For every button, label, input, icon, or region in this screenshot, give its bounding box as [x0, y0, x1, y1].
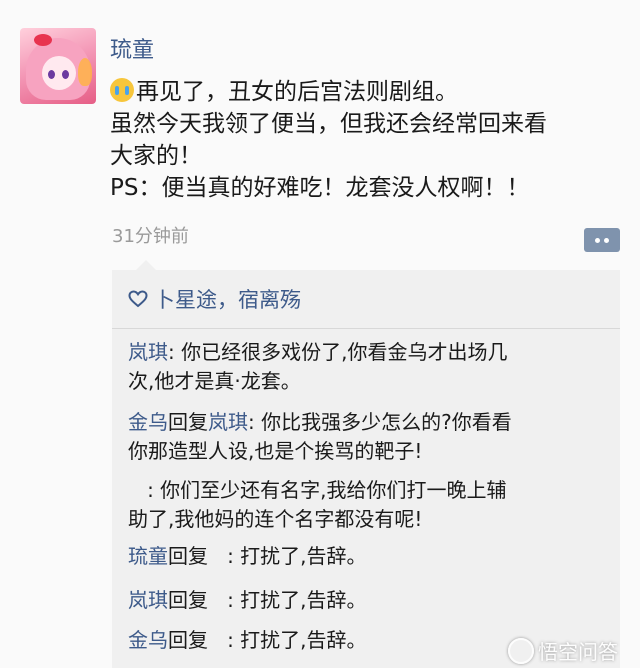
- comment-text: 你那造型人设,也是个挨骂的靶子!: [128, 439, 423, 463]
- comment-sep: :: [248, 410, 262, 434]
- comment-item[interactable]: 岚琪回复 : 打扰了,告辞。: [128, 586, 608, 615]
- likes-names[interactable]: 卜星途，宿离殇: [154, 284, 301, 314]
- likes-row: 卜星途，宿离殇: [128, 284, 301, 314]
- comment-text: : 你们至少还有名字,我给你们打一晚上辅: [128, 478, 507, 502]
- comment-dots-icon[interactable]: [584, 228, 620, 252]
- comment-author[interactable]: 琉童: [128, 544, 168, 568]
- reply-word: 回复: [168, 410, 208, 434]
- comment-author[interactable]: 岚琪: [128, 340, 168, 364]
- comment-text: 你比我强多少怎么的?你看看: [261, 410, 512, 434]
- post-line: 虽然今天我领了便当，但我还会经常回来看: [110, 111, 547, 137]
- comment-sep: :: [168, 340, 182, 364]
- comment-text: 助了,我他妈的连个名字都没有呢!: [128, 507, 423, 531]
- comment-item[interactable]: 岚琪: 你已经很多戏份了,你看金乌才出场几 次,他才是真·龙套。: [128, 338, 608, 396]
- reply-target[interactable]: 岚琪: [208, 410, 248, 434]
- avatar[interactable]: [20, 28, 96, 104]
- crying-face-icon: [110, 78, 134, 102]
- post-author[interactable]: 琉童: [110, 32, 154, 64]
- post-line: 大家的！: [110, 143, 202, 169]
- post-line: PS：便当真的好难吃！龙套没人权啊！！: [110, 175, 530, 201]
- post-line: 再见了，丑女的后宫法则剧组。: [136, 79, 458, 105]
- watermark-text: 悟空问答: [538, 640, 618, 664]
- post-content: 再见了，丑女的后宫法则剧组。 虽然今天我领了便当，但我还会经常回来看 大家的！ …: [110, 76, 620, 204]
- post-time: 31分钟前: [112, 226, 189, 247]
- comment-text: : 打扰了,告辞。: [208, 588, 367, 612]
- comments-panel: 卜星途，宿离殇 岚琪: 你已经很多戏份了,你看金乌才出场几 次,他才是真·龙套。…: [112, 260, 620, 668]
- comment-text: : 打扰了,告辞。: [208, 628, 367, 652]
- reply-word: 回复: [168, 588, 208, 612]
- heart-outline-icon[interactable]: [128, 290, 148, 308]
- divider: [112, 328, 620, 329]
- comment-item[interactable]: : 你们至少还有名字,我给你们打一晚上辅 助了,我他妈的连个名字都没有呢!: [128, 476, 608, 534]
- comment-author[interactable]: 金乌: [128, 628, 168, 652]
- comment-text: 次,他才是真·龙套。: [128, 369, 301, 393]
- comment-author[interactable]: 岚琪: [128, 588, 168, 612]
- watermark: 悟空问答: [508, 636, 618, 665]
- comment-text: 你已经很多戏份了,你看金乌才出场几: [181, 340, 508, 364]
- comment-item[interactable]: 金乌回复岚琪: 你比我强多少怎么的?你看看 你那造型人设,也是个挨骂的靶子!: [128, 408, 608, 466]
- reply-word: 回复: [168, 544, 208, 568]
- comment-text: : 打扰了,告辞。: [208, 544, 367, 568]
- comment-author[interactable]: 金乌: [128, 410, 168, 434]
- reply-word: 回复: [168, 628, 208, 652]
- comment-item[interactable]: 琉童回复 : 打扰了,告辞。: [128, 542, 608, 571]
- wukong-logo-icon: [508, 637, 534, 664]
